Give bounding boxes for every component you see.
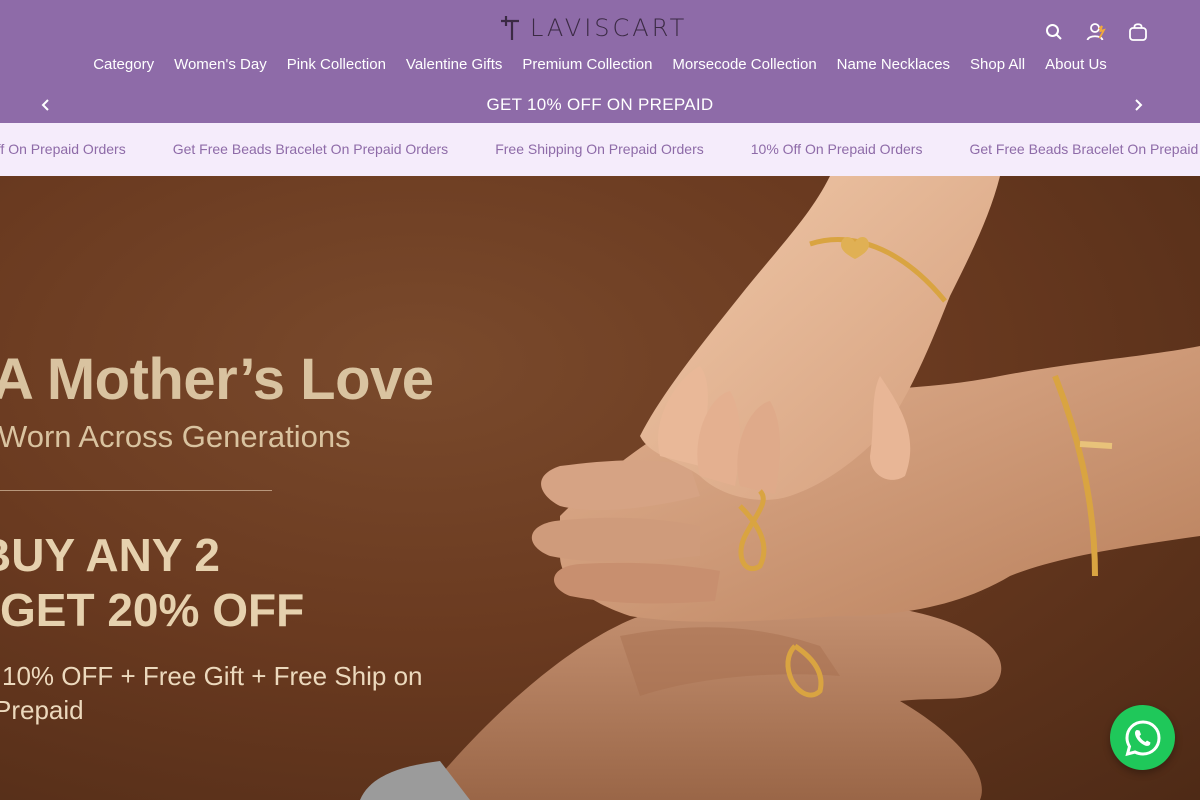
- site-header: LAVISCART Category Women's Day Pink Coll…: [0, 0, 1200, 123]
- marquee-item: Get Free Beads Bracelet On Prepaid Order…: [172, 141, 449, 157]
- hero-copy: A Mother’s Love Worn Across Generations …: [0, 176, 600, 800]
- nav-item-name-necklaces[interactable]: Name Necklaces: [837, 56, 950, 73]
- logo-mark-icon: [501, 16, 519, 40]
- marquee-item: Get Free Beads Bracelet On Prepaid Order…: [969, 141, 1200, 157]
- brand-logo[interactable]: LAVISCART: [500, 14, 687, 42]
- nav-item-premium-collection[interactable]: Premium Collection: [522, 56, 652, 73]
- hero-banner[interactable]: A Mother’s Love Worn Across Generations …: [0, 176, 1200, 800]
- hero-offer-details-1: 10% OFF + Free Gift + Free Ship on: [2, 661, 423, 691]
- hero-offer-line-1: BUY ANY 2: [0, 529, 221, 581]
- hero-offer-line-2: GET 20% OFF: [0, 584, 305, 636]
- nav-item-womens-day[interactable]: Women's Day: [174, 56, 267, 73]
- main-nav: Category Women's Day Pink Collection Val…: [0, 56, 1200, 73]
- cart-icon[interactable]: [1128, 22, 1148, 42]
- nav-item-pink-collection[interactable]: Pink Collection: [287, 56, 386, 73]
- nav-item-shop-all[interactable]: Shop All: [970, 56, 1025, 73]
- whatsapp-icon[interactable]: [1110, 705, 1175, 770]
- announcement-bar: GET 10% OFF ON PREPAID: [0, 92, 1200, 118]
- hero-offer-details-2: Prepaid: [0, 695, 84, 725]
- nav-item-valentine-gifts[interactable]: Valentine Gifts: [406, 56, 502, 73]
- hero-subheadline: Worn Across Generations: [0, 419, 351, 454]
- nav-item-category[interactable]: Category: [93, 56, 154, 73]
- hero-headline: A Mother’s Love: [0, 347, 434, 412]
- nav-item-morsecode-collection[interactable]: Morsecode Collection: [672, 56, 816, 73]
- marquee-item: 10% Off On Prepaid Orders: [750, 141, 923, 157]
- header-actions: [1044, 22, 1148, 42]
- announcement-text: GET 10% OFF ON PREPAID: [486, 95, 714, 114]
- marquee-track: 10% Off On Prepaid Orders Get Free Beads…: [0, 141, 1200, 157]
- chevron-right-icon[interactable]: [1130, 96, 1146, 114]
- account-icon[interactable]: [1086, 22, 1106, 42]
- nav-item-about-us[interactable]: About Us: [1045, 56, 1107, 73]
- brand-name: LAVISCART: [530, 14, 688, 42]
- hero-divider: [0, 490, 272, 491]
- marquee-item: Free Shipping On Prepaid Orders: [495, 141, 704, 157]
- search-icon[interactable]: [1044, 22, 1064, 42]
- marquee-item: 10% Off On Prepaid Orders: [0, 141, 126, 157]
- promo-marquee: 10% Off On Prepaid Orders Get Free Beads…: [0, 123, 1200, 176]
